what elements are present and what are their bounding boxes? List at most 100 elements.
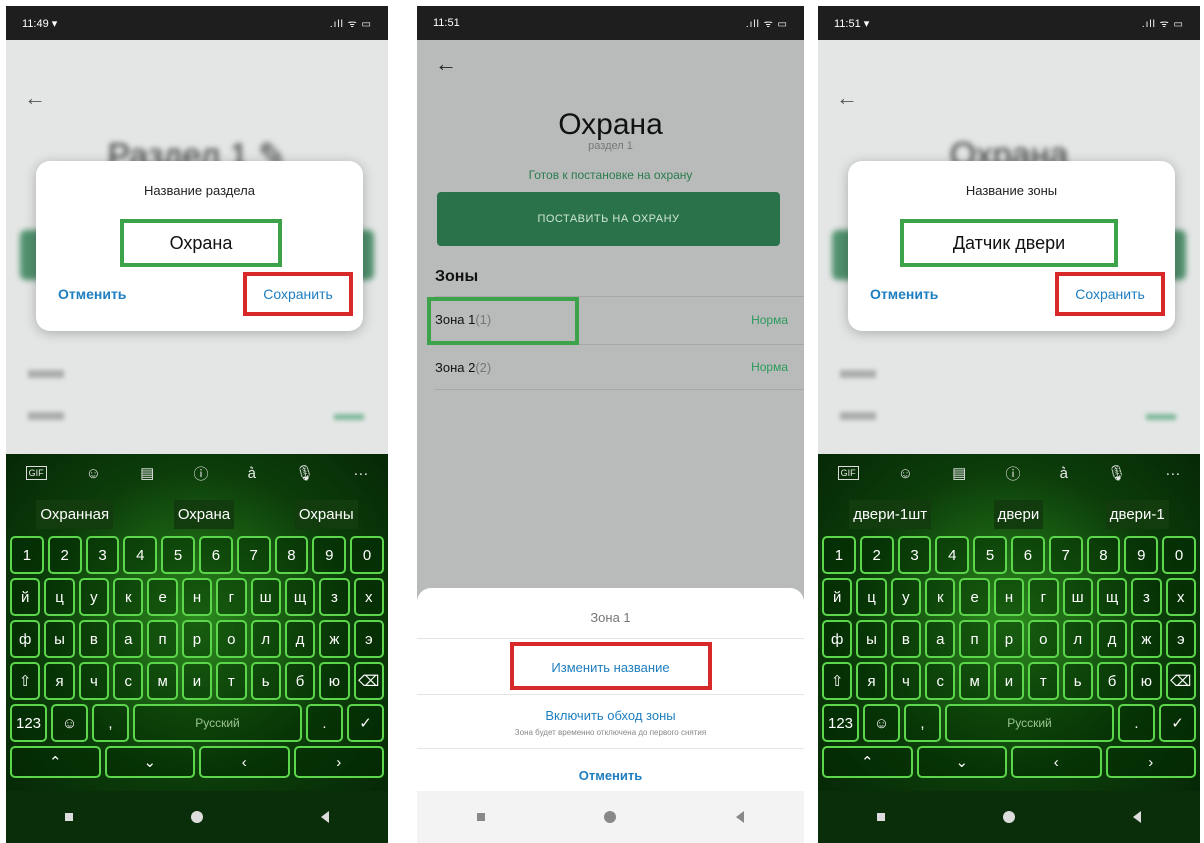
key[interactable]: п — [959, 620, 990, 658]
key[interactable]: с — [925, 662, 956, 700]
clipboard-icon[interactable]: ▤ — [140, 464, 154, 482]
back-arrow-icon[interactable]: ← — [435, 51, 457, 77]
key[interactable]: 4 — [123, 536, 158, 574]
key[interactable]: л — [1062, 620, 1093, 658]
zone-name-input[interactable]: Датчик двери — [900, 219, 1118, 267]
key[interactable]: 7 — [236, 536, 271, 574]
more-icon[interactable]: ··· — [353, 465, 368, 482]
recents-square-icon[interactable] — [476, 813, 485, 821]
back-triangle-icon[interactable] — [736, 811, 745, 823]
key[interactable]: ь — [250, 662, 281, 700]
key[interactable]: л — [250, 620, 281, 658]
sticker-icon[interactable]: ☺ — [86, 465, 101, 482]
arrow-left-icon[interactable]: ‹ — [1011, 746, 1102, 778]
key[interactable]: ы — [856, 620, 887, 658]
arm-button[interactable]: ПОСТАВИТЬ НА ОХРАНУ — [437, 192, 780, 246]
home-circle-icon[interactable] — [604, 811, 617, 823]
key[interactable]: з — [319, 578, 350, 616]
key[interactable]: 1 — [10, 536, 44, 574]
more-icon[interactable]: ··· — [1165, 465, 1180, 482]
gif-icon[interactable]: GIF — [25, 466, 47, 480]
key[interactable]: 7 — [1048, 536, 1083, 574]
info-icon[interactable]: ⓘ — [1006, 463, 1021, 484]
key[interactable]: а — [113, 620, 144, 658]
key[interactable]: н — [181, 578, 213, 616]
key[interactable]: ю — [1131, 662, 1162, 700]
emoji-key-icon[interactable]: ☺ — [51, 704, 88, 742]
key[interactable]: ж — [319, 620, 350, 658]
shift-key-icon[interactable]: ⇧ — [822, 662, 853, 700]
key[interactable]: ш — [250, 578, 281, 616]
recents-square-icon[interactable] — [65, 813, 73, 821]
key[interactable]: щ — [284, 578, 316, 616]
key[interactable]: в — [890, 620, 922, 658]
key[interactable]: д — [284, 620, 316, 658]
cancel-button[interactable]: Отменить — [870, 286, 938, 302]
key[interactable]: 5 — [973, 536, 1007, 574]
arrow-down-icon[interactable]: ⌄ — [104, 746, 195, 778]
key[interactable]: 3 — [897, 536, 932, 574]
home-circle-icon[interactable] — [1003, 811, 1015, 823]
save-button[interactable]: Сохранить — [1055, 272, 1165, 316]
key[interactable]: 6 — [198, 536, 233, 574]
key[interactable]: 5 — [161, 536, 195, 574]
cancel-button[interactable]: Отменить — [58, 286, 126, 302]
key[interactable]: 2 — [859, 536, 894, 574]
key[interactable]: ч — [78, 662, 110, 700]
clipboard-icon[interactable]: ▤ — [952, 464, 966, 482]
microphone-icon[interactable]: 🎙 — [1107, 464, 1126, 482]
key[interactable]: й — [822, 578, 853, 616]
key[interactable]: 2 — [47, 536, 82, 574]
key[interactable]: 9 — [1124, 536, 1159, 574]
key[interactable]: б — [284, 662, 316, 700]
key[interactable]: э — [353, 620, 384, 658]
numbers-key[interactable]: 123 — [10, 704, 47, 742]
arrow-left-icon[interactable]: ‹ — [199, 746, 290, 778]
key[interactable]: о — [1028, 620, 1059, 658]
bypass-option[interactable]: Включить обход зоны — [417, 708, 804, 723]
section-name-input[interactable]: Охрана — [120, 219, 282, 267]
key[interactable]: х — [1165, 578, 1196, 616]
gif-icon[interactable]: GIF — [837, 466, 859, 480]
backspace-key-icon[interactable]: ⌫ — [1165, 662, 1196, 700]
key[interactable]: и — [181, 662, 213, 700]
key[interactable]: ф — [10, 620, 41, 658]
period-key[interactable]: . — [306, 704, 343, 742]
key[interactable]: е — [959, 578, 990, 616]
key[interactable]: 0 — [350, 536, 384, 574]
shift-key-icon[interactable]: ⇧ — [10, 662, 41, 700]
back-triangle-icon[interactable] — [321, 811, 329, 823]
key[interactable]: н — [993, 578, 1025, 616]
key[interactable]: ц — [856, 578, 887, 616]
suggestion-item[interactable]: двери — [993, 499, 1044, 529]
key[interactable]: р — [181, 620, 213, 658]
arrow-up-icon[interactable]: ⌃ — [822, 746, 913, 778]
suggestion-item[interactable]: двери-1 — [1105, 499, 1169, 529]
key[interactable]: ь — [1062, 662, 1093, 700]
key[interactable]: т — [216, 662, 247, 700]
suggestion-item[interactable]: Охраны — [294, 499, 358, 529]
key[interactable]: г — [1028, 578, 1059, 616]
key[interactable]: а — [925, 620, 956, 658]
recents-square-icon[interactable] — [877, 813, 885, 821]
key[interactable]: д — [1096, 620, 1128, 658]
enter-check-icon[interactable]: ✓ — [1159, 704, 1196, 742]
key[interactable]: и — [993, 662, 1025, 700]
key[interactable]: г — [216, 578, 247, 616]
key[interactable]: 6 — [1010, 536, 1045, 574]
key[interactable]: з — [1131, 578, 1162, 616]
key[interactable]: 1 — [822, 536, 856, 574]
key[interactable]: я — [44, 662, 75, 700]
sticker-icon[interactable]: ☺ — [898, 465, 913, 482]
key[interactable]: у — [890, 578, 922, 616]
back-arrow-icon[interactable]: ← — [24, 85, 46, 111]
key[interactable]: ц — [44, 578, 75, 616]
suggestion-item[interactable]: Охрана — [173, 499, 235, 529]
key[interactable]: м — [147, 662, 178, 700]
zone-row[interactable]: Зона 2(2) Норма — [435, 344, 804, 390]
suggestion-item[interactable]: двери-1шт — [849, 499, 932, 529]
backspace-key-icon[interactable]: ⌫ — [353, 662, 384, 700]
key[interactable]: т — [1028, 662, 1059, 700]
key[interactable]: б — [1096, 662, 1128, 700]
arrow-right-icon[interactable]: › — [293, 746, 384, 778]
